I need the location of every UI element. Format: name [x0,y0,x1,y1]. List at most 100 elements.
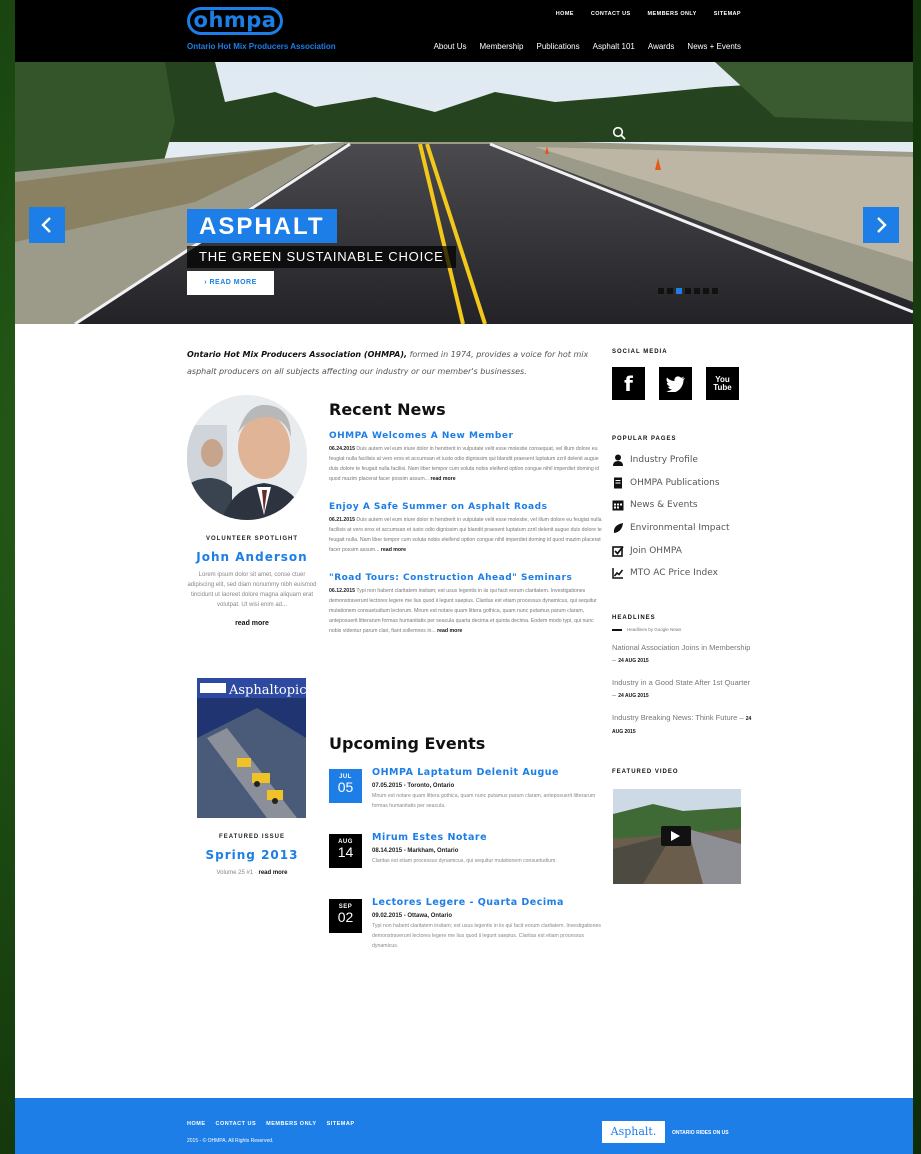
footer-nav-home[interactable]: HOME [187,1121,206,1127]
featured-issue: FEATURED ISSUE Spring 2013 Volume 25 #1 … [187,834,317,878]
news-read-more-link[interactable]: read more [431,476,456,482]
popular-item-industry-profile[interactable]: Industry Profile [612,449,752,472]
slider-dot[interactable] [676,288,682,294]
event-meta: 07.05.2015 - Toronto, Ontario [372,783,455,789]
slider-next-button[interactable] [863,207,899,243]
footer-nav-members[interactable]: MEMBERS ONLY [266,1121,316,1127]
main-nav: About Us Membership Publications Asphalt… [434,42,741,51]
twitter-icon [665,375,685,392]
nav-membership[interactable]: Membership [479,42,523,51]
ohmpa-logo[interactable]: ohmpa [187,7,283,35]
nav-asphalt-101[interactable]: Asphalt 101 [593,42,635,51]
slider-prev-button[interactable] [29,207,65,243]
spotlight-name[interactable]: John Anderson [187,550,317,564]
news-title[interactable]: "Road Tours: Construction Ahead" Seminar… [329,573,607,583]
nav-awards[interactable]: Awards [648,42,675,51]
asphalt-logo[interactable]: Asphalt. [602,1121,665,1143]
event-title[interactable]: OHMPA Laptatum Delenit Augue [372,767,608,778]
nav-news-events[interactable]: News + Events [687,42,741,51]
event-description: Typi non habent claritatem insitam; est … [372,923,601,949]
news-item: OHMPA Welcomes A New Member 06.24.2015 D… [329,431,607,484]
featured-issue-name[interactable]: Spring 2013 [187,848,317,862]
headline-item[interactable]: Industry in a Good State After 1st Quart… [612,677,752,702]
video-thumbnail [613,789,741,884]
facebook-button[interactable]: f [612,367,645,400]
hero-title: ASPHALT [187,209,337,243]
popular-item-price-index[interactable]: MTO AC Price Index [612,562,752,585]
slider-dot[interactable] [658,288,664,294]
footer-nav-contact[interactable]: CONTACT US [216,1121,257,1127]
popular-item-label: MTO AC Price Index [630,568,718,579]
hero-read-more-button[interactable]: › READ MORE [187,271,274,295]
news-title[interactable]: Enjoy A Safe Summer on Asphalt Roads [329,502,607,512]
slider-dot[interactable] [694,288,700,294]
social-media: SOCIAL MEDIA f You Tube [612,349,752,400]
intro-org-name: Ontario Hot Mix Producers Association (O… [187,350,408,359]
hero-slider [15,62,913,324]
popular-item-join[interactable]: Join OHMPA [612,539,752,562]
news-title[interactable]: OHMPA Welcomes A New Member [329,431,607,441]
slider-dot[interactable] [703,288,709,294]
magazine-title-text: Asphaltopics [228,683,306,698]
asphalt-tagline: ONTARIO RIDES ON US [672,1130,729,1136]
popular-item-environmental[interactable]: Environmental Impact [612,517,752,540]
chart-icon [612,568,624,580]
headlines-label: HEADLINES [612,615,656,621]
headlines-source: Headlines by Google News [612,627,752,632]
featured-issue-read-more-link[interactable]: read more [259,870,288,876]
news-date: 06.21.2015 [329,517,355,523]
popular-item-label: Environmental Impact [630,523,730,534]
event-title[interactable]: Mirum Estes Notare [372,832,608,843]
event-day: 02 [337,909,354,925]
twitter-button[interactable] [659,367,692,400]
slider-dot[interactable] [712,288,718,294]
site-header: ohmpa Ontario Hot Mix Producers Associat… [15,0,913,62]
footer-copyright: 2015 - © OHMPA. All Rights Reserved. [187,1138,274,1144]
search-icon [612,126,626,140]
footer-nav-sitemap[interactable]: SITEMAP [327,1121,355,1127]
volunteer-photo [187,395,307,520]
upcoming-events-heading: Upcoming Events [329,734,486,753]
news-read-more-link[interactable]: read more [381,547,406,553]
volunteer-spotlight: VOLUNTEER SPOTLIGHT John Anderson Lorem … [187,536,317,627]
event-item: JUL 05 OHMPA Laptatum Delenit Augue 07.0… [329,767,608,829]
spotlight-read-more-link[interactable]: read more [187,620,317,627]
util-nav-members[interactable]: MEMBERS ONLY [648,11,697,17]
footer-nav: HOME CONTACT US MEMBERS ONLY SITEMAP [187,1121,355,1127]
slider-dot[interactable] [667,288,673,294]
popular-item-publications[interactable]: OHMPA Publications [612,472,752,495]
news-body: 06.12.2015 Typi non habent claritatem in… [329,586,607,636]
event-title[interactable]: Lectores Legere - Quarta Decima [372,897,608,908]
news-body: 06.21.2015 Duis autem vel eum iriure dol… [329,515,607,555]
featured-video-player[interactable] [613,789,741,884]
leaf-icon [613,523,623,534]
event-details: Lectores Legere - Quarta Decima 09.02.20… [372,897,608,951]
calendar-icon [612,500,624,511]
util-nav-sitemap[interactable]: SITEMAP [714,11,741,17]
social-icons: f You Tube [612,367,752,400]
headline-text: National Association Joins in Membership [612,643,751,652]
youtube-button[interactable]: You Tube [706,367,739,400]
event-date-badge: JUL 05 [329,769,362,803]
hero-subtitle: THE GREEN SUSTAINABLE CHOICE [187,246,456,268]
volunteer-portrait [187,395,307,520]
magazine-cover-image: Asphaltopics [197,678,306,818]
nav-about[interactable]: About Us [434,42,467,51]
util-nav-contact[interactable]: CONTACT US [591,11,631,17]
slider-dot[interactable] [685,288,691,294]
event-date-badge: AUG 14 [329,834,362,868]
popular-item-news-events[interactable]: News & Events [612,494,752,517]
nav-publications[interactable]: Publications [536,42,579,51]
featured-magazine-cover[interactable]: Asphaltopics [197,678,306,818]
popular-item-label: Join OHMPA [630,545,682,556]
headline-item[interactable]: National Association Joins in Membership… [612,642,752,667]
social-media-label: SOCIAL MEDIA [612,349,668,355]
search-button[interactable] [612,126,634,146]
util-nav-home[interactable]: HOME [556,11,574,17]
news-read-more-link[interactable]: read more [437,628,462,634]
featured-video-label-wrap: FEATURED VIDEO [612,769,752,775]
checkbox-icon [612,545,624,557]
headline-item[interactable]: Industry Breaking News: Think Future – 2… [612,712,752,738]
news-date: 06.12.2015 [329,588,355,594]
hero-road-image [15,62,913,324]
